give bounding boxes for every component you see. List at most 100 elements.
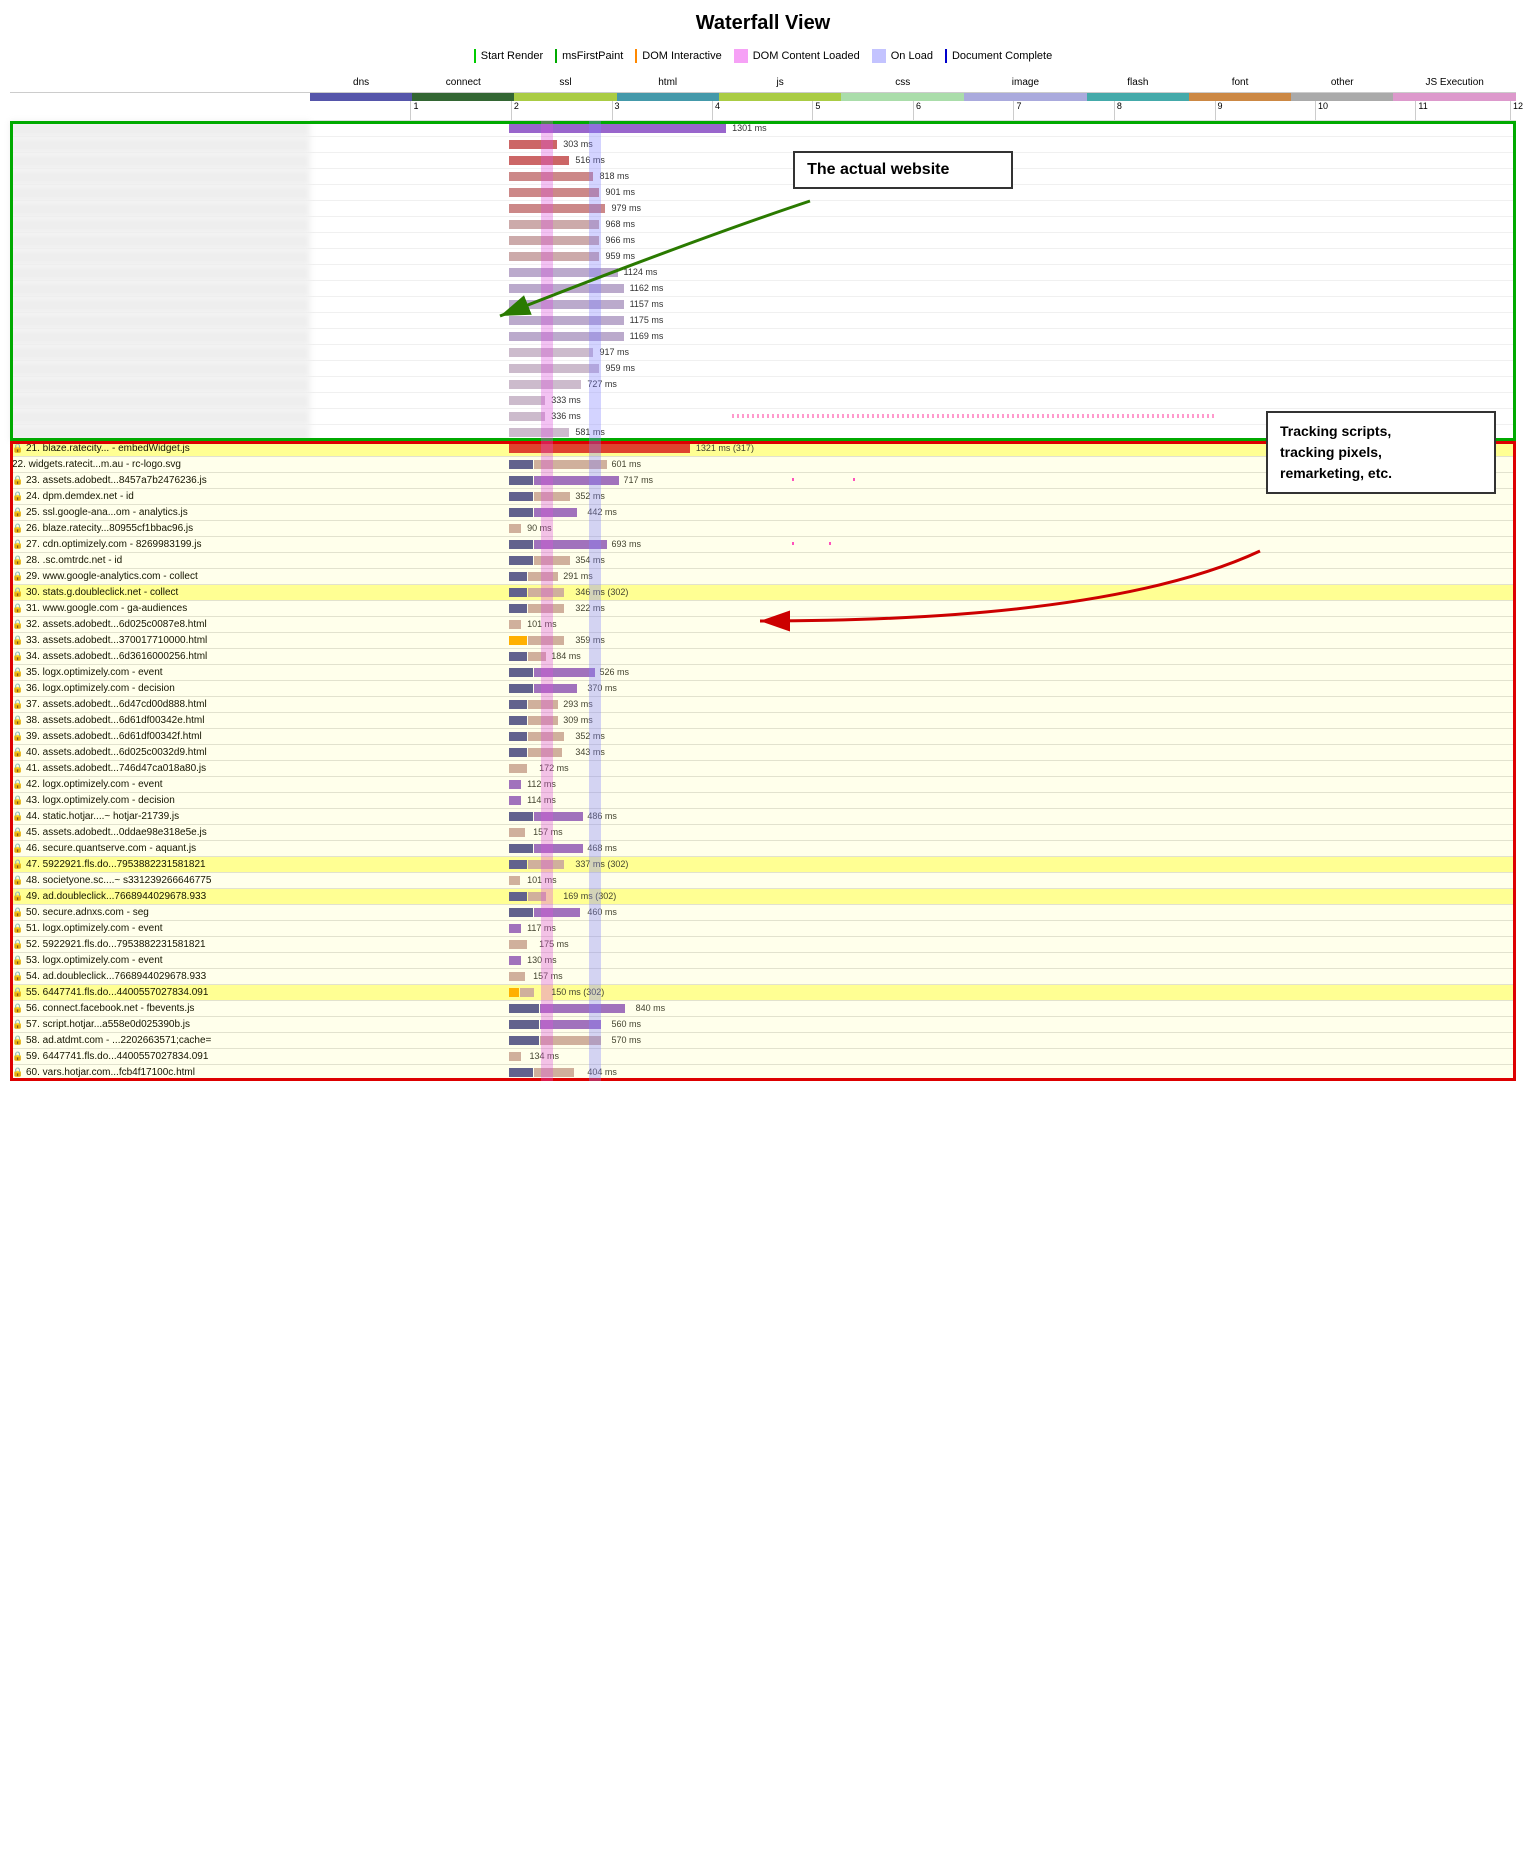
url-57: 🔒 57. script.hotjar...a558e0d025390b.js (10, 1019, 310, 1030)
row-26: 🔒 26. blaze.ratecity...80955cf1bbac96.js… (10, 521, 1516, 537)
row-33: 🔒 33. assets.adobedt...370017710000.html… (10, 633, 1516, 649)
row-43: 🔒 43. logx.optimizely.com - decision 114… (10, 793, 1516, 809)
tracking-text: Tracking scripts,tracking pixels,remarke… (1280, 423, 1392, 481)
color-bars (310, 93, 1516, 101)
col-js-execution: JS Execution (1393, 77, 1516, 88)
top-row-18: 333 ms (10, 393, 1516, 409)
url-50: 🔒 50. secure.adnxs.com - seg (10, 907, 310, 918)
col-connect: connect (412, 77, 514, 88)
row-42: 🔒 42. logx.optimizely.com - event 112 ms (10, 777, 1516, 793)
top-row-3: 516 ms (10, 153, 1516, 169)
row-25: 🔒 25. ssl.google-ana...om - analytics.js… (10, 505, 1516, 521)
timeline-numbers: 1 2 3 4 5 6 7 8 9 10 11 12 (310, 101, 1516, 121)
url-45: 🔒 45. assets.adobedt...0ddae98e318e5e.js (10, 827, 310, 838)
legend-dom-interactive: DOM Interactive (635, 49, 721, 63)
url-27: 🔒 27. cdn.optimizely.com - 8269983199.js (10, 539, 310, 550)
url-47: 🔒 47. 5922921.fls.do...7953882231581821 (10, 859, 310, 870)
url-35: 🔒 35. logx.optimizely.com - event (10, 667, 310, 678)
row-34: 🔒 34. assets.adobedt...6d3616000256.html… (10, 649, 1516, 665)
top-row-7: 968 ms (10, 217, 1516, 233)
legend-msfirstpaint-label: msFirstPaint (562, 50, 623, 62)
url-52: 🔒 52. 5922921.fls.do...7953882231581821 (10, 939, 310, 950)
col-css: css (841, 77, 964, 88)
top-row-15: 917 ms (10, 345, 1516, 361)
top-row-13: 1175 ms (10, 313, 1516, 329)
row-56: 🔒 56. connect.facebook.net - fbevents.js… (10, 1001, 1516, 1017)
url-40: 🔒 40. assets.adobedt...6d025c0032d9.html (10, 747, 310, 758)
url-56: 🔒 56. connect.facebook.net - fbevents.js (10, 1003, 310, 1014)
url-29: 🔒 29. www.google-analytics.com - collect (10, 571, 310, 582)
row-36: 🔒 36. logx.optimizely.com - decision 370… (10, 681, 1516, 697)
top-row-9: 959 ms (10, 249, 1516, 265)
row-52: 🔒 52. 5922921.fls.do...7953882231581821 … (10, 937, 1516, 953)
url-22: 22. widgets.ratecit...m.au - rc-logo.svg (10, 459, 310, 470)
url-46: 🔒 46. secure.quantserve.com - aquant.js (10, 843, 310, 854)
tracking-annotation: Tracking scripts,tracking pixels,remarke… (1266, 411, 1496, 494)
top-row-17: 727 ms (10, 377, 1516, 393)
url-23: 🔒 23. assets.adobedt...8457a7b2476236.js (10, 475, 310, 486)
url-36: 🔒 36. logx.optimizely.com - decision (10, 683, 310, 694)
row-47: 🔒 47. 5922921.fls.do...7953882231581821 … (10, 857, 1516, 873)
page-wrapper: Waterfall View Start Render msFirstPaint… (0, 0, 1526, 1081)
row-37: 🔒 37. assets.adobedt...6d47cd00d888.html… (10, 697, 1516, 713)
url-38: 🔒 38. assets.adobedt...6d61df00342e.html (10, 715, 310, 726)
top-row-16: 959 ms (10, 361, 1516, 377)
legend-dom-content-loaded: DOM Content Loaded (734, 49, 860, 63)
url-25: 🔒 25. ssl.google-ana...om - analytics.js (10, 507, 310, 518)
col-font: font (1189, 77, 1291, 88)
row-53: 🔒 53. logx.optimizely.com - event 130 ms (10, 953, 1516, 969)
row-28: 🔒 28. .sc.omtrdc.net - id 354 ms (10, 553, 1516, 569)
url-48: 🔒 48. societyone.sc....~ s33123926664677… (10, 875, 310, 886)
top-row-12: 1157 ms (10, 297, 1516, 313)
legend-onload: On Load (872, 49, 933, 63)
row-31: 🔒 31. www.google.com - ga-audiences 322 … (10, 601, 1516, 617)
col-html: html (617, 77, 719, 88)
row-38: 🔒 38. assets.adobedt...6d61df00342e.html… (10, 713, 1516, 729)
legend: Start Render msFirstPaint DOM Interactiv… (10, 43, 1516, 73)
row-44: 🔒 44. static.hotjar....~ hotjar-21739.js… (10, 809, 1516, 825)
page-title: Waterfall View (10, 0, 1516, 43)
row-48: 🔒 48. societyone.sc....~ s33123926664677… (10, 873, 1516, 889)
top-row-11: 1162 ms (10, 281, 1516, 297)
row-29: 🔒 29. www.google-analytics.com - collect… (10, 569, 1516, 585)
url-31: 🔒 31. www.google.com - ga-audiences (10, 603, 310, 614)
legend-start-render-label: Start Render (481, 50, 543, 62)
url-33: 🔒 33. assets.adobedt...370017710000.html (10, 635, 310, 646)
top-row-8: 966 ms (10, 233, 1516, 249)
row-60: 🔒 60. vars.hotjar.com...fcb4f17100c.html… (10, 1065, 1516, 1081)
actual-website-annotation: The actual website (793, 151, 1013, 189)
legend-doc-complete-label: Document Complete (952, 50, 1052, 62)
row-35: 🔒 35. logx.optimizely.com - event 526 ms (10, 665, 1516, 681)
top-row-2: 303 ms (10, 137, 1516, 153)
top-row-6: 979 ms (10, 201, 1516, 217)
legend-start-render: Start Render (474, 49, 543, 63)
url-41: 🔒 41. assets.adobedt...746d47ca018a80.js (10, 763, 310, 774)
url-37: 🔒 37. assets.adobedt...6d47cd00d888.html (10, 699, 310, 710)
url-59: 🔒 59. 6447741.fls.do...4400557027834.091 (10, 1051, 310, 1062)
row-50: 🔒 50. secure.adnxs.com - seg 460 ms (10, 905, 1516, 921)
url-51: 🔒 51. logx.optimizely.com - event (10, 923, 310, 934)
row-54: 🔒 54. ad.doubleclick...7668944029678.933… (10, 969, 1516, 985)
url-21: 🔒 21. blaze.ratecity... - embedWidget.js (10, 443, 310, 454)
row-49: 🔒 49. ad.doubleclick...7668944029678.933… (10, 889, 1516, 905)
url-24: 🔒 24. dpm.demdex.net - id (10, 491, 310, 502)
col-dns: dns (310, 77, 412, 88)
legend-dom-content-loaded-label: DOM Content Loaded (753, 50, 860, 62)
legend-onload-label: On Load (891, 50, 933, 62)
row-59: 🔒 59. 6447741.fls.do...4400557027834.091… (10, 1049, 1516, 1065)
bottom-rows-group: 🔒 21. blaze.ratecity... - embedWidget.js… (10, 441, 1516, 1081)
legend-msfirstpaint: msFirstPaint (555, 49, 623, 63)
row-41: 🔒 41. assets.adobedt...746d47ca018a80.js… (10, 761, 1516, 777)
url-28: 🔒 28. .sc.omtrdc.net - id (10, 555, 310, 566)
legend-dom-interactive-label: DOM Interactive (642, 50, 721, 62)
top-row-5: 901 ms (10, 185, 1516, 201)
row-27: 🔒 27. cdn.optimizely.com - 8269983199.js… (10, 537, 1516, 553)
col-js: js (719, 77, 842, 88)
row-58: 🔒 58. ad.atdmt.com - ...2202663571;cache… (10, 1033, 1516, 1049)
url-49: 🔒 49. ad.doubleclick...7668944029678.933 (10, 891, 310, 902)
row-55: 🔒 55. 6447741.fls.do...4400557027834.091… (10, 985, 1516, 1001)
waterfall-main: dns connect ssl html js css image flash … (10, 73, 1516, 1081)
actual-website-text: The actual website (807, 161, 949, 178)
type-headers-row: dns connect ssl html js css image flash … (10, 73, 1516, 93)
url-39: 🔒 39. assets.adobedt...6d61df00342f.html (10, 731, 310, 742)
